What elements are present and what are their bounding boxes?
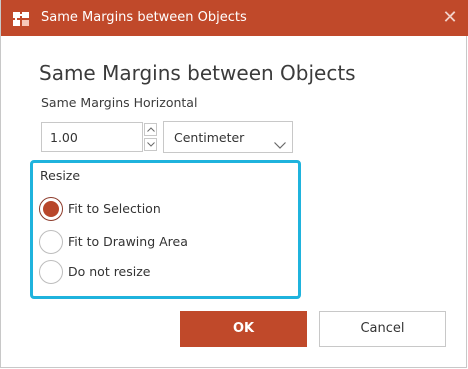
margin-value-input[interactable] [41,122,143,152]
chevron-down-icon [274,134,286,153]
chevron-down-icon [147,142,155,147]
puzzle-icon [13,11,29,26]
increment-button[interactable] [144,123,157,136]
radio-fit-to-selection[interactable]: Fit to Selection [39,197,259,221]
radio-label: Fit to Selection [68,201,161,216]
radio-do-not-resize[interactable]: Do not resize [39,260,259,284]
cancel-button[interactable]: Cancel [319,311,446,347]
unit-selected-value: Centimeter [174,130,245,145]
horizontal-margin-label: Same Margins Horizontal [41,95,198,110]
page-title: Same Margins between Objects [39,61,356,85]
radio-unchecked-icon [39,230,63,254]
decrement-button[interactable] [144,138,157,151]
window-title: Same Margins between Objects [41,10,247,25]
margin-stepper [144,122,159,152]
ok-button[interactable]: OK [180,311,307,347]
dialog-window: Same Margins between Objects ✕ Same Marg… [0,0,468,368]
radio-label: Fit to Drawing Area [68,234,188,249]
title-bar: Same Margins between Objects ✕ [1,0,468,36]
close-icon[interactable]: ✕ [440,8,460,28]
unit-dropdown[interactable]: Centimeter [163,121,293,153]
chevron-up-icon [147,127,155,132]
radio-checked-icon [39,197,63,221]
radio-unchecked-icon [39,260,63,284]
resize-group-title: Resize [40,168,81,183]
radio-label: Do not resize [68,264,151,279]
radio-fit-to-drawing-area[interactable]: Fit to Drawing Area [39,230,259,254]
